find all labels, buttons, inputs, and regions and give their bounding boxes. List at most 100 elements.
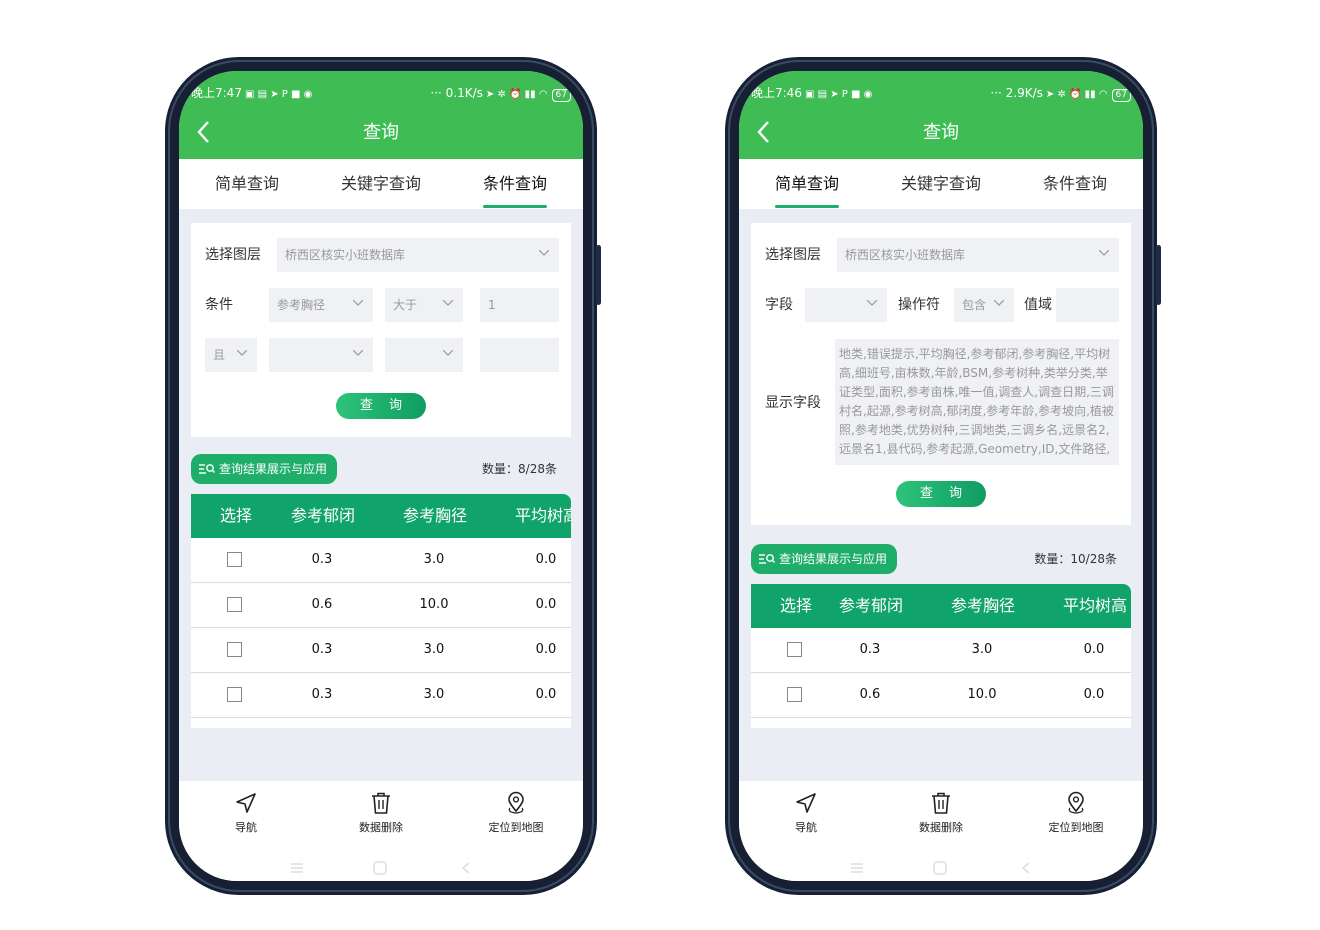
condition-operator-select[interactable]: 大于: [385, 288, 463, 322]
column-header: 参考胸径: [951, 596, 1016, 615]
condition2-field-select[interactable]: [269, 338, 373, 372]
column-header: 参考胸径: [403, 506, 468, 525]
back-nav-icon: [461, 862, 470, 874]
tab-condition-query[interactable]: 条件查询: [1021, 159, 1129, 209]
layer-select[interactable]: 桥西区核实小班数据库: [277, 238, 559, 272]
results-apply-label: 查询结果展示与应用: [219, 462, 328, 476]
tab-label: 关键字查询: [340, 174, 421, 193]
row-checkbox[interactable]: [227, 597, 242, 612]
navigate-button[interactable]: 导航: [191, 791, 301, 835]
table-row[interactable]: 0.6 10.0 0.0: [751, 673, 1131, 718]
navigation-arrow-icon: [796, 793, 816, 813]
cell-canopy: 0.6: [859, 687, 881, 702]
row-checkbox[interactable]: [227, 642, 242, 657]
display-fields-box[interactable]: 地类,错误提示,平均胸径,参考郁闭,参考胸径,平均树高,细班号,亩株数,年龄,B…: [835, 339, 1119, 465]
condition-value-input[interactable]: 1: [480, 288, 559, 322]
table-row[interactable]: 0.3 3.0 0.0: [751, 628, 1131, 673]
tab-simple-query[interactable]: 简单查询: [193, 159, 301, 209]
navigate-label: 导航: [795, 821, 817, 834]
condition-value: 1: [488, 298, 496, 312]
page-title: 查询: [923, 122, 959, 143]
status-speed: 2.9K/s: [1005, 86, 1043, 100]
results-table: 选择 参考郁闭 参考胸径 平均树高 0.3 3.0 0.0 0.6 10.0 0…: [751, 584, 1131, 728]
navigate-button[interactable]: 导航: [751, 791, 861, 835]
delete-data-button[interactable]: 数据删除: [886, 791, 996, 835]
chevron-down-icon: [237, 350, 247, 356]
table-row[interactable]: 0.3 3.0 0.0: [191, 628, 571, 673]
operator-value: 包含: [962, 298, 987, 312]
row-checkbox[interactable]: [227, 552, 242, 567]
query-form-card: 选择图层 桥西区核实小班数据库 字段 操作符 包含 值域 显示字段 地类,错误提…: [751, 223, 1131, 525]
cell-height: 0.0: [1083, 687, 1105, 702]
column-header: 平均树高: [515, 506, 571, 525]
tab-label: 条件查询: [1042, 174, 1107, 193]
condition2-operator-select[interactable]: [385, 338, 463, 372]
trash-icon: [372, 792, 390, 814]
app-header: 晚上7:47 ▣ ▤ ➤ P ■ ◉ ··· 0.1K/s ➤ ✲ ⏰ ▮▮ ◠ 67…: [179, 71, 583, 159]
status-bar: 晚上7:46 ▣ ▤ ➤ P ■ ◉ ··· 2.9K/s ➤ ✲ ⏰ ▮▮ ◠ 67: [739, 83, 1143, 103]
logic-value: 且: [213, 348, 226, 362]
range-input[interactable]: [1056, 288, 1119, 322]
delete-data-label: 数据删除: [919, 821, 963, 834]
tab-label: 条件查询: [482, 174, 547, 193]
layer-label: 选择图层: [205, 247, 261, 263]
cell-height: 0.0: [535, 687, 557, 702]
query-button[interactable]: 查 询: [336, 393, 426, 419]
tab-active-indicator: [483, 205, 547, 208]
row-checkbox[interactable]: [787, 642, 802, 657]
locate-on-map-button[interactable]: 定位到地图: [1021, 791, 1131, 835]
phone-side-button: [596, 245, 601, 305]
back-nav-icon: [1021, 862, 1030, 874]
system-nav-bar: [291, 861, 470, 875]
operator-select[interactable]: 包含: [954, 288, 1014, 322]
chevron-down-icon: [867, 300, 877, 306]
results-apply-button[interactable]: 查询结果展示与应用: [751, 544, 898, 574]
trash-icon: [932, 792, 950, 814]
tab-keyword-query[interactable]: 关键字查询: [327, 159, 435, 209]
map-pin-icon: [508, 791, 524, 814]
query-tabs: 简单查询 关键字查询 条件查询: [179, 159, 583, 209]
table-row[interactable]: 0.6 10.0 0.0: [191, 583, 571, 628]
column-header: 平均树高: [1063, 596, 1128, 615]
chevron-down-icon: [443, 300, 453, 306]
list-search-icon: [199, 463, 215, 474]
tab-label: 简单查询: [774, 174, 839, 193]
home-nav-icon: [933, 861, 947, 875]
chevron-left-icon[interactable]: [189, 117, 219, 147]
tab-condition-query[interactable]: 条件查询: [461, 159, 569, 209]
bottom-toolbar: 导航 数据删除 定位到地图: [739, 781, 1143, 881]
query-button[interactable]: 查 询: [896, 481, 986, 507]
battery-icon: 67: [551, 89, 571, 102]
tab-keyword-query[interactable]: 关键字查询: [887, 159, 995, 209]
cell-height: 0.0: [1083, 642, 1105, 657]
cell-dbh: 3.0: [971, 642, 993, 657]
row-checkbox[interactable]: [787, 687, 802, 702]
cell-dbh: 3.0: [423, 552, 445, 567]
cell-canopy: 0.3: [311, 687, 333, 702]
results-apply-button[interactable]: 查询结果展示与应用: [191, 454, 338, 484]
field-select[interactable]: [805, 288, 887, 322]
column-header: 选择: [220, 506, 253, 525]
navigation-arrow-icon: [236, 793, 256, 813]
condition2-value-input[interactable]: [480, 338, 559, 372]
chevron-left-icon[interactable]: [749, 117, 779, 147]
locate-on-map-button[interactable]: 定位到地图: [461, 791, 571, 835]
status-time: 晚上7:47: [191, 86, 242, 100]
cell-dbh: 3.0: [423, 687, 445, 702]
table-row[interactable]: 0.3 3.0 0.0: [191, 538, 571, 583]
row-checkbox[interactable]: [227, 687, 242, 702]
cell-height: 0.0: [535, 597, 557, 612]
tab-label: 简单查询: [214, 174, 279, 193]
locate-on-map-label: 定位到地图: [1048, 821, 1104, 834]
logic-select[interactable]: 且: [205, 338, 257, 372]
tab-simple-query[interactable]: 简单查询: [753, 159, 861, 209]
status-more-icon: ···: [990, 86, 1006, 100]
layer-select-value: 桥西区核实小班数据库: [285, 248, 406, 262]
table-row[interactable]: 0.3 3.0 0.0: [191, 673, 571, 718]
layer-select[interactable]: 桥西区核实小班数据库: [837, 238, 1119, 272]
phone-side-button: [1156, 245, 1161, 305]
delete-data-button[interactable]: 数据删除: [326, 791, 436, 835]
menu-nav-icon: [851, 863, 863, 873]
condition-field-select[interactable]: 参考胸径: [269, 288, 373, 322]
display-fields-label: 显示字段: [765, 395, 821, 411]
